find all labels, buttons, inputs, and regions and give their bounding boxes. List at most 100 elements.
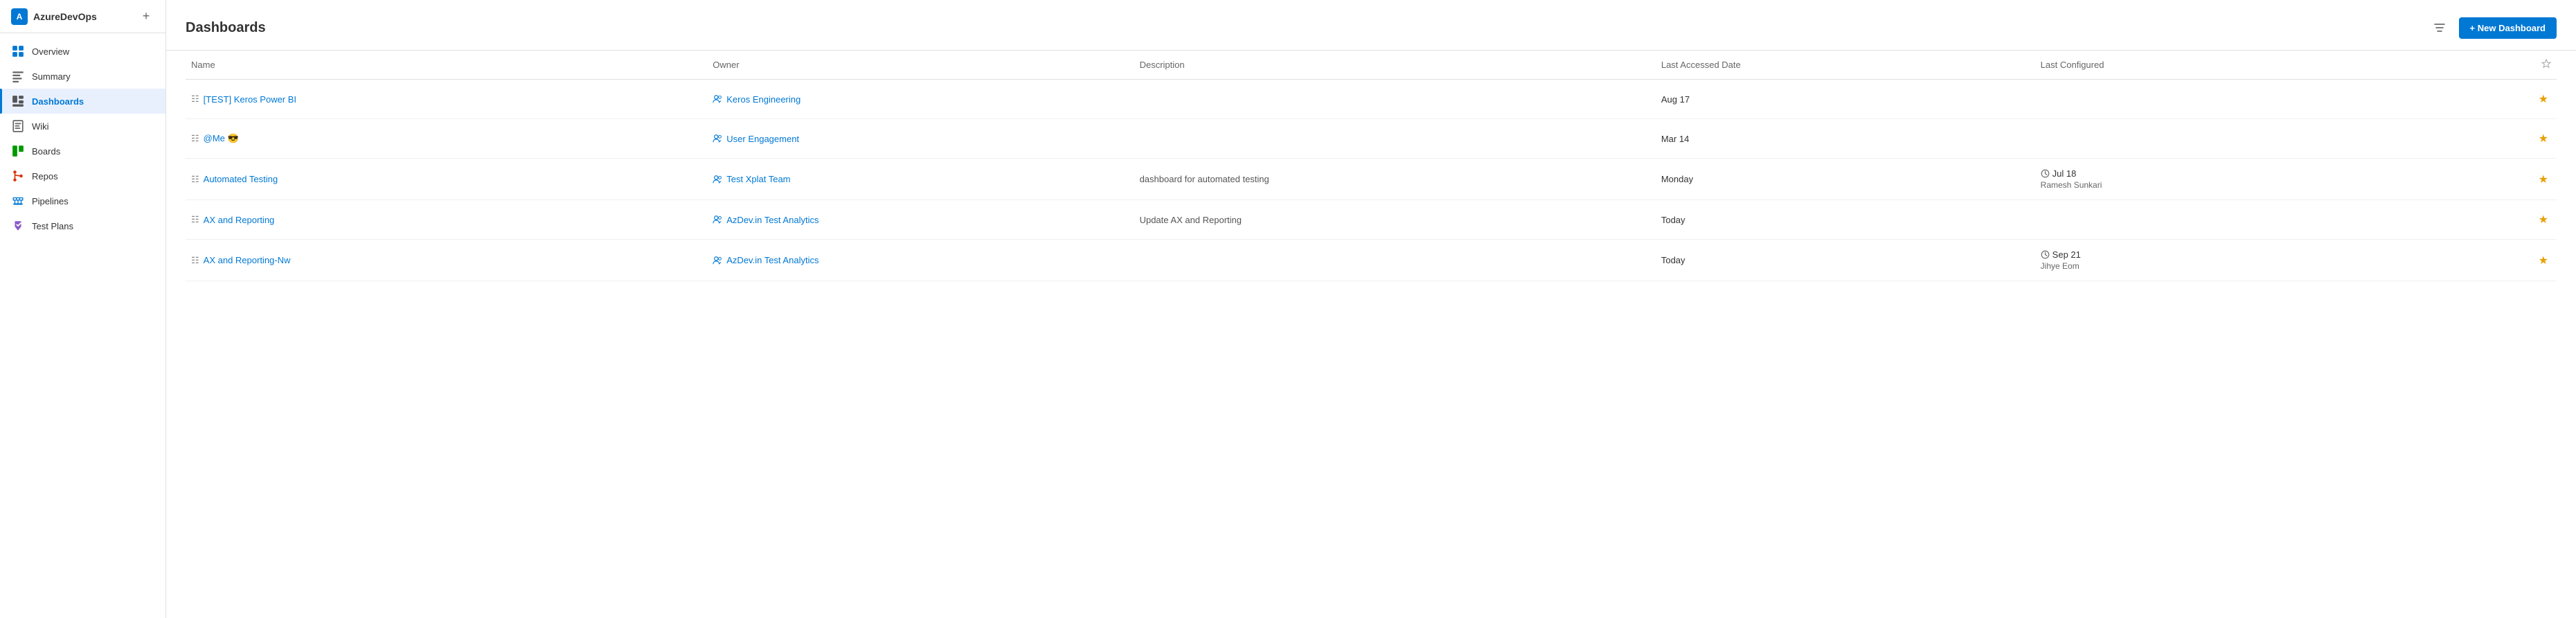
cell-last-configured [2035, 119, 2462, 159]
table-row: ☷ AX and Reporting-Nw AzDev.in Test Analyt… [186, 240, 2557, 281]
col-header-owner: Owner [707, 51, 1134, 80]
star-button[interactable]: ★ [2536, 251, 2551, 270]
dash-icon: ☷ [191, 174, 199, 185]
cell-last-configured [2035, 80, 2462, 119]
dashboard-name: [TEST] Keros Power BI [204, 94, 296, 105]
sidebar-item-pipelines[interactable]: Pipelines [0, 188, 166, 213]
star-header-icon [2541, 59, 2551, 69]
last-configured-date: Jul 18 [2041, 168, 2456, 179]
cell-owner: AzDev.in Test Analytics [707, 200, 1134, 240]
dashboard-name: AX and Reporting-Nw [204, 255, 291, 265]
star-button[interactable]: ★ [2536, 129, 2551, 148]
team-icon [713, 215, 722, 224]
dashboards-table: Name Owner Description Last Accessed Dat… [186, 51, 2557, 281]
cell-name: ☷ AX and Reporting [186, 200, 707, 240]
cell-owner: AzDev.in Test Analytics [707, 240, 1134, 281]
dashboard-link[interactable]: ☷ [TEST] Keros Power BI [191, 94, 701, 105]
app-logo: A AzureDevOps [11, 8, 97, 25]
test-plans-icon [11, 219, 25, 233]
dashboard-link[interactable]: ☷ Automated Testing [191, 174, 701, 185]
dashboard-name: Automated Testing [204, 174, 278, 184]
sidebar-item-label: Summary [32, 71, 71, 82]
page-header: Dashboards + New Dashboard [166, 0, 2576, 51]
cell-last-accessed: Today [1656, 200, 2035, 240]
sidebar-item-summary[interactable]: Summary [0, 64, 166, 89]
dash-icon: ☷ [191, 255, 199, 266]
dash-icon: ☷ [191, 133, 199, 144]
owner-name: AzDev.in Test Analytics [726, 215, 819, 225]
col-header-star [2462, 51, 2557, 80]
cell-star: ★ [2462, 119, 2557, 159]
sidebar-header: A AzureDevOps + [0, 0, 166, 33]
cell-last-accessed: Aug 17 [1656, 80, 2035, 119]
configured-user-text: Ramesh Sunkari [2041, 180, 2456, 190]
owner-link[interactable]: Keros Engineering [713, 94, 1128, 105]
dashboard-link[interactable]: ☷ AX and Reporting [191, 214, 701, 225]
team-icon [713, 175, 722, 184]
sidebar-item-label: Pipelines [32, 196, 69, 206]
cell-name: ☷ [TEST] Keros Power BI [186, 80, 707, 119]
dashboards-table-container: Name Owner Description Last Accessed Dat… [166, 51, 2576, 618]
cell-last-configured: Sep 21 Jihye Eom [2035, 240, 2462, 281]
owner-link[interactable]: User Engagement [713, 134, 1128, 144]
cell-description [1134, 240, 1656, 281]
sidebar-item-label: Dashboards [32, 96, 84, 107]
dashboard-name: AX and Reporting [204, 215, 275, 225]
cell-name: ☷ AX and Reporting-Nw [186, 240, 707, 281]
dashboard-name: @Me 😎 [204, 133, 239, 144]
sidebar-item-wiki[interactable]: Wiki [0, 114, 166, 139]
sidebar-item-repos[interactable]: Repos [0, 164, 166, 188]
cell-last-accessed: Today [1656, 240, 2035, 281]
team-icon [713, 256, 722, 265]
sidebar: A AzureDevOps + Overview [0, 0, 166, 618]
sidebar-item-overview[interactable]: Overview [0, 39, 166, 64]
cell-last-accessed: Monday [1656, 159, 2035, 200]
configured-date-text: Sep 21 [2052, 249, 2081, 260]
cell-last-accessed: Mar 14 [1656, 119, 2035, 159]
pipelines-icon [11, 194, 25, 208]
cell-star: ★ [2462, 200, 2557, 240]
cell-name: ☷ Automated Testing [186, 159, 707, 200]
dashboard-link[interactable]: ☷ AX and Reporting-Nw [191, 255, 701, 266]
team-icon [713, 134, 722, 143]
sidebar-item-label: Boards [32, 146, 60, 157]
add-project-button[interactable]: + [138, 8, 154, 25]
col-header-name: Name [186, 51, 707, 80]
owner-name: User Engagement [726, 134, 799, 144]
new-dashboard-button[interactable]: + New Dashboard [2459, 17, 2557, 39]
clock-icon [2041, 250, 2050, 259]
owner-link[interactable]: AzDev.in Test Analytics [713, 255, 1128, 265]
owner-link[interactable]: AzDev.in Test Analytics [713, 215, 1128, 225]
dashboards-icon [11, 94, 25, 108]
filter-icon [2434, 22, 2445, 33]
star-button[interactable]: ★ [2536, 210, 2551, 229]
team-icon [713, 94, 722, 104]
cell-owner: Keros Engineering [707, 80, 1134, 119]
owner-link[interactable]: Test Xplat Team [713, 174, 1128, 184]
star-button[interactable]: ★ [2536, 170, 2551, 189]
col-header-last-accessed: Last Accessed Date [1656, 51, 2035, 80]
table-row: ☷ [TEST] Keros Power BI Keros Engineering A… [186, 80, 2557, 119]
dashboard-link[interactable]: ☷ @Me 😎 [191, 133, 701, 144]
dash-icon: ☷ [191, 94, 199, 105]
sidebar-nav: Overview Summary [0, 33, 166, 618]
owner-name: Test Xplat Team [726, 174, 790, 184]
cell-star: ★ [2462, 80, 2557, 119]
cell-star: ★ [2462, 240, 2557, 281]
sidebar-item-boards[interactable]: Boards [0, 139, 166, 164]
dash-icon: ☷ [191, 214, 199, 225]
logo-icon: A [11, 8, 28, 25]
sidebar-item-label: Overview [32, 46, 69, 57]
sidebar-item-dashboards[interactable]: Dashboards [0, 89, 166, 114]
star-button[interactable]: ★ [2536, 89, 2551, 109]
cell-last-configured: Jul 18 Ramesh Sunkari [2035, 159, 2462, 200]
last-configured-cell: Jul 18 Ramesh Sunkari [2041, 168, 2456, 190]
app-name: AzureDevOps [33, 11, 97, 22]
cell-owner: User Engagement [707, 119, 1134, 159]
table-body: ☷ [TEST] Keros Power BI Keros Engineering A… [186, 80, 2557, 281]
table-row: ☷Automated TestingTest Xplat Teamdashboa… [186, 159, 2557, 200]
sidebar-item-test-plans[interactable]: Test Plans [0, 213, 166, 238]
sidebar-item-label: Test Plans [32, 221, 73, 231]
filter-button[interactable] [2429, 17, 2451, 39]
cell-description [1134, 80, 1656, 119]
